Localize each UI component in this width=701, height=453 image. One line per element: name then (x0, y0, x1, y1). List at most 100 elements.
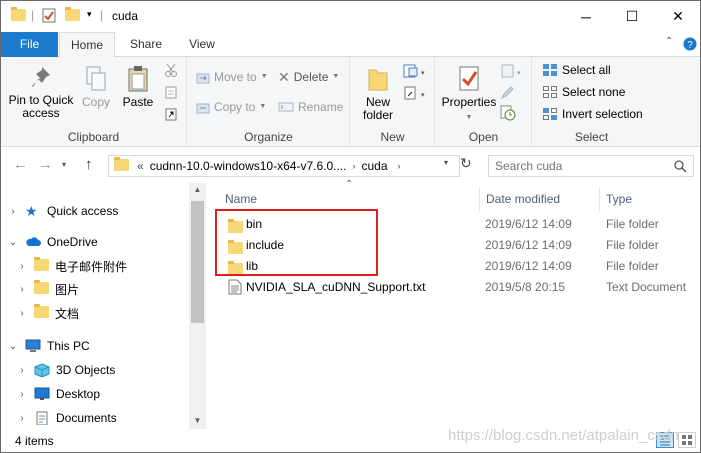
select-all-button[interactable]: Select all (542, 60, 611, 80)
nav-item-desktop[interactable]: › Desktop (14, 383, 100, 405)
select-none-button[interactable]: Select none (542, 82, 625, 102)
chevron-down-icon: ▼ (332, 73, 340, 80)
properties-button[interactable]: Properties ▼ (440, 65, 498, 124)
edit-icon[interactable] (500, 84, 516, 100)
chevron-right-icon[interactable]: › (14, 261, 30, 272)
organize-group: Move to ▼ ✕ Delete ▼ Copy to ▼ Rename Organ… (188, 57, 350, 147)
forward-arrow-icon[interactable]: → (38, 156, 53, 173)
up-arrow-icon[interactable]: ↑ (85, 156, 93, 173)
navigation-pane: › ★ Quick access ⌄ OneDrive › 电子邮件附件 › 图… (1, 183, 189, 429)
move-to-button[interactable]: Move to ▼ (196, 67, 268, 87)
file-date: 2019/5/8 20:15 (485, 280, 566, 294)
paste-shortcut-icon[interactable] (164, 107, 178, 121)
large-icons-view-button[interactable] (678, 432, 696, 448)
invert-selection-button[interactable]: Invert selection (542, 104, 643, 124)
chevron-right-icon[interactable]: › (14, 284, 30, 295)
new-folder-button[interactable]: New folder (357, 65, 399, 122)
breadcrumb-item[interactable]: cuda (361, 159, 387, 173)
column-divider[interactable] (599, 187, 600, 211)
nav-item-quick-access[interactable]: › ★ Quick access (5, 200, 118, 222)
nav-label: Desktop (56, 387, 101, 401)
customize-toolbar-chevron-icon[interactable]: ▾ (87, 9, 92, 20)
chevron-right-icon[interactable]: › (14, 389, 30, 400)
minimize-button[interactable]: ─ (563, 1, 609, 32)
history-icon[interactable] (500, 105, 516, 121)
nav-item-this-pc[interactable]: ⌄ This PC (5, 335, 90, 357)
tab-file[interactable]: File (1, 32, 58, 57)
nav-item-3d-objects[interactable]: › 3D Objects (14, 359, 115, 381)
file-row[interactable]: NVIDIA_SLA_cuDNN_Support.txt 2019/5/8 20… (221, 277, 699, 298)
copy-button[interactable]: Copy (79, 65, 113, 109)
folder-icon (11, 7, 26, 24)
column-header-type[interactable]: Type (606, 187, 632, 211)
tab-home[interactable]: Home (59, 32, 115, 58)
column-header-name[interactable]: Name (225, 187, 257, 211)
help-icon[interactable]: ? (683, 37, 697, 51)
properties-icon (459, 66, 479, 91)
search-input[interactable] (495, 159, 665, 173)
chevron-right-icon[interactable]: › (5, 206, 21, 217)
copy-to-button[interactable]: Copy to ▼ (196, 97, 266, 117)
maximize-button[interactable]: ☐ (609, 1, 655, 32)
nav-item-email-attachments[interactable]: › 电子邮件附件 (14, 255, 127, 277)
rename-button[interactable]: Rename (278, 97, 343, 117)
column-divider[interactable] (479, 187, 480, 211)
cut-icon[interactable] (164, 63, 178, 77)
close-button[interactable]: ✕ (655, 1, 700, 32)
scrollbar-thumb[interactable] (191, 201, 204, 323)
column-header-date-modified[interactable]: Date modified (486, 187, 560, 211)
chevron-right-icon[interactable]: › (14, 413, 30, 424)
file-type: File folder (606, 217, 659, 231)
organize-group-label: Organize (244, 130, 293, 144)
tab-share[interactable]: Share (121, 32, 171, 57)
chevron-right-icon[interactable]: › (14, 365, 30, 376)
new-folder-label-line1: New (365, 95, 390, 109)
back-arrow-icon[interactable]: ← (13, 156, 28, 173)
file-date: 2019/6/12 14:09 (485, 238, 572, 252)
nav-pane-scrollbar[interactable]: ▲ ▼ (189, 183, 206, 429)
nav-item-documents-cn[interactable]: › 文档 (14, 302, 79, 324)
breadcrumb-separator-icon[interactable]: › (398, 161, 401, 171)
tab-view[interactable]: View (178, 32, 226, 57)
nav-item-onedrive[interactable]: ⌄ OneDrive (5, 231, 98, 253)
address-history-chevron-icon[interactable]: ▾ (444, 158, 448, 167)
open-with-icon[interactable]: ▾ (500, 63, 524, 79)
clipboard-group-label: Clipboard (67, 130, 120, 144)
file-type: File folder (606, 259, 659, 273)
breadcrumb-separator-icon[interactable]: › (352, 161, 355, 171)
pin-label-line2: access (22, 106, 60, 120)
title-bar: | ▾ | cuda ─ ☐ ✕ (1, 1, 700, 32)
copy-path-icon[interactable] (164, 85, 178, 99)
easy-access-icon[interactable]: ▾ (403, 85, 425, 101)
copy-label: Copy (81, 95, 110, 109)
window-title: cuda (112, 9, 139, 23)
chevron-down-icon[interactable]: ⌄ (5, 341, 21, 352)
copy-icon (86, 66, 106, 91)
invert-selection-icon (543, 108, 557, 120)
new-folder-quick-icon[interactable] (65, 7, 80, 24)
address-bar[interactable]: « cudnn-10.0-windows10-x64-v7.6.0.... › … (108, 155, 460, 177)
collapse-ribbon-chevron-icon[interactable]: ⌃ (665, 36, 673, 47)
svg-text:▾: ▾ (421, 70, 425, 77)
chevron-down-icon[interactable]: ⌄ (5, 237, 21, 248)
scroll-up-arrow-icon[interactable]: ▲ (189, 185, 206, 194)
select-none-label: Select none (562, 85, 626, 99)
nav-item-pictures[interactable]: › 图片 (14, 278, 79, 300)
nav-item-documents[interactable]: › Documents (14, 407, 117, 429)
navigation-bar: ← → ▾ ↑ « cudnn-10.0-windows10-x64-v7.6.… (1, 147, 700, 183)
search-box[interactable] (488, 155, 694, 177)
pin-to-quick-access-button[interactable]: Pin to Quick access (7, 65, 75, 120)
refresh-icon[interactable]: ↻ (460, 155, 472, 172)
chevron-right-icon[interactable]: › (14, 308, 30, 319)
breadcrumb-item[interactable]: cudnn-10.0-windows10-x64-v7.6.0.... (150, 159, 347, 173)
paste-button[interactable]: Paste (119, 65, 157, 109)
delete-button[interactable]: ✕ Delete ▼ (278, 67, 339, 87)
properties-quick-icon[interactable] (42, 8, 56, 23)
scroll-down-arrow-icon[interactable]: ▼ (189, 416, 206, 425)
new-item-icon[interactable]: ▾ (403, 63, 425, 79)
computer-icon (25, 339, 41, 352)
new-group: New folder ▾ ▾ New (351, 57, 435, 147)
breadcrumb-overflow[interactable]: « (137, 159, 144, 173)
recent-locations-chevron-icon[interactable]: ▾ (62, 160, 66, 169)
svg-text:?: ? (687, 40, 693, 51)
